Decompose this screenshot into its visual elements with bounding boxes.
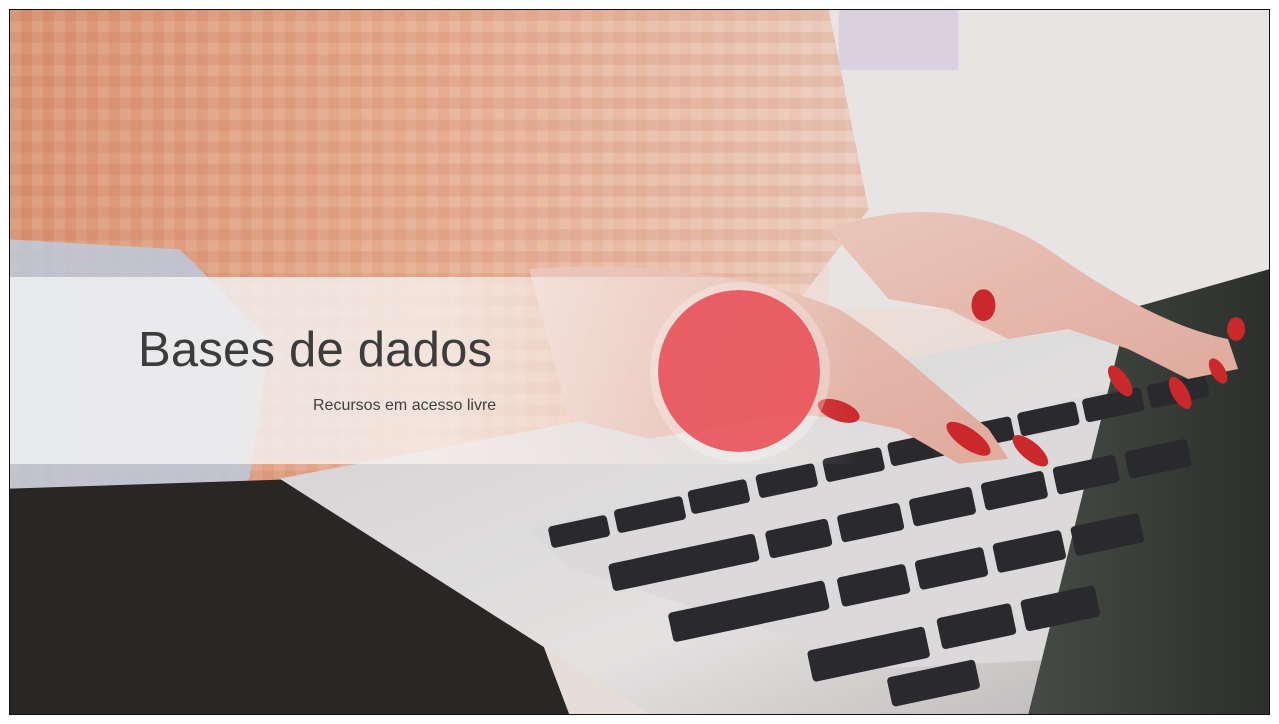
slide-subtitle: Recursos em acesso livre [313, 397, 497, 414]
accent-circle [658, 290, 820, 452]
slide-title: Bases de dados [138, 323, 493, 377]
title-slide: Bases de dados Recursos em acesso livre [9, 9, 1270, 715]
